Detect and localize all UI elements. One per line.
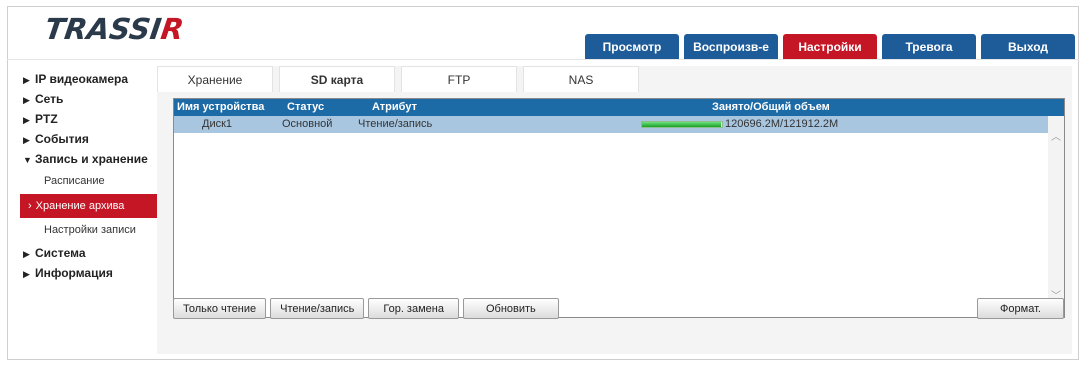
sidebar-subitem-archive-storage[interactable]: › Хранение архива xyxy=(20,193,160,218)
read-write-button[interactable]: Чтение/запись xyxy=(270,298,365,319)
action-buttons: Только чтение Чтение/запись Гор. замена … xyxy=(173,298,559,319)
triangle-right-icon: ▶ xyxy=(23,75,30,85)
triangle-down-icon: ▼ xyxy=(23,155,32,165)
column-header-usage: Занято/Общий объем xyxy=(712,101,830,113)
header-divider xyxy=(7,59,1079,60)
nav-settings-button[interactable]: Настройки xyxy=(783,34,877,59)
tab-bar: Хранение SD карта FTP NAS xyxy=(157,66,645,92)
triangle-right-icon: ▶ xyxy=(23,115,30,125)
tab-storage[interactable]: Хранение xyxy=(157,66,273,92)
hot-swap-button[interactable]: Гор. замена xyxy=(368,298,459,319)
tab-ftp[interactable]: FTP xyxy=(401,66,517,92)
sidebar-item-ip-camera[interactable]: ▶ IP видеокамера xyxy=(20,69,160,89)
column-header-device-name: Имя устройства xyxy=(177,101,265,113)
tab-sd-card[interactable]: SD карта xyxy=(279,66,395,92)
read-only-button[interactable]: Только чтение xyxy=(173,298,267,319)
cell-usage: 120696.2M/121912.2M xyxy=(725,118,839,130)
sidebar-subitem-schedule[interactable]: Расписание xyxy=(20,169,160,194)
chevron-right-icon: › xyxy=(28,199,32,212)
sidebar-subitem-record-settings[interactable]: Настройки записи xyxy=(20,218,160,243)
sidebar: ▶ IP видеокамера ▶ Сеть ▶ PTZ ▶ События ▼ Зап… xyxy=(20,69,160,283)
sidebar-item-info[interactable]: ▶ Информация xyxy=(20,263,160,283)
sidebar-item-ptz[interactable]: ▶ PTZ xyxy=(20,109,160,129)
triangle-right-icon: ▶ xyxy=(23,135,30,145)
nav-view-button[interactable]: Просмотр xyxy=(585,34,679,59)
cell-attribute: Чтение/запись xyxy=(358,118,433,130)
top-nav: Просмотр Воспроизв-е Настройки Тревога В… xyxy=(585,34,1075,59)
sidebar-item-recording-storage[interactable]: ▼ Запись и хранение xyxy=(20,149,160,169)
storage-table: Имя устройства Статус Атрибут Занято/Общ… xyxy=(173,98,1065,318)
trassir-logo: TRASSIR xyxy=(42,12,186,46)
content-panel: Хранение SD карта FTP NAS Имя устройства… xyxy=(157,66,1072,354)
format-button[interactable]: Формат. xyxy=(977,298,1064,319)
sidebar-item-events[interactable]: ▶ События xyxy=(20,129,160,149)
column-header-status: Статус xyxy=(287,101,325,113)
nav-logout-button[interactable]: Выход xyxy=(981,34,1075,59)
tab-nas[interactable]: NAS xyxy=(523,66,639,92)
sidebar-item-network[interactable]: ▶ Сеть xyxy=(20,89,160,109)
triangle-right-icon: ▶ xyxy=(23,95,30,105)
nav-playback-button[interactable]: Воспроизв-е xyxy=(684,34,778,59)
cell-device-name: Диск1 xyxy=(202,118,233,130)
triangle-right-icon: ▶ xyxy=(23,268,30,279)
nav-alarm-button[interactable]: Тревога xyxy=(882,34,976,59)
table-row[interactable]: Диск1 Основной Чтение/запись 120696.2M/1… xyxy=(174,116,1048,133)
chevron-up-icon[interactable]: ︿ xyxy=(1048,130,1064,146)
table-scrollbar[interactable]: ︿ ﹀ xyxy=(1048,116,1064,317)
table-header: Имя устройства Статус Атрибут Занято/Общ… xyxy=(174,99,1064,116)
usage-progress-fill xyxy=(642,122,722,127)
triangle-right-icon: ▶ xyxy=(23,248,30,259)
usage-progress-bar xyxy=(641,121,723,128)
sidebar-item-system[interactable]: ▶ Система xyxy=(20,243,160,263)
cell-status: Основной xyxy=(282,118,333,130)
refresh-button[interactable]: Обновить xyxy=(462,298,559,319)
column-header-attribute: Атрибут xyxy=(372,101,417,113)
